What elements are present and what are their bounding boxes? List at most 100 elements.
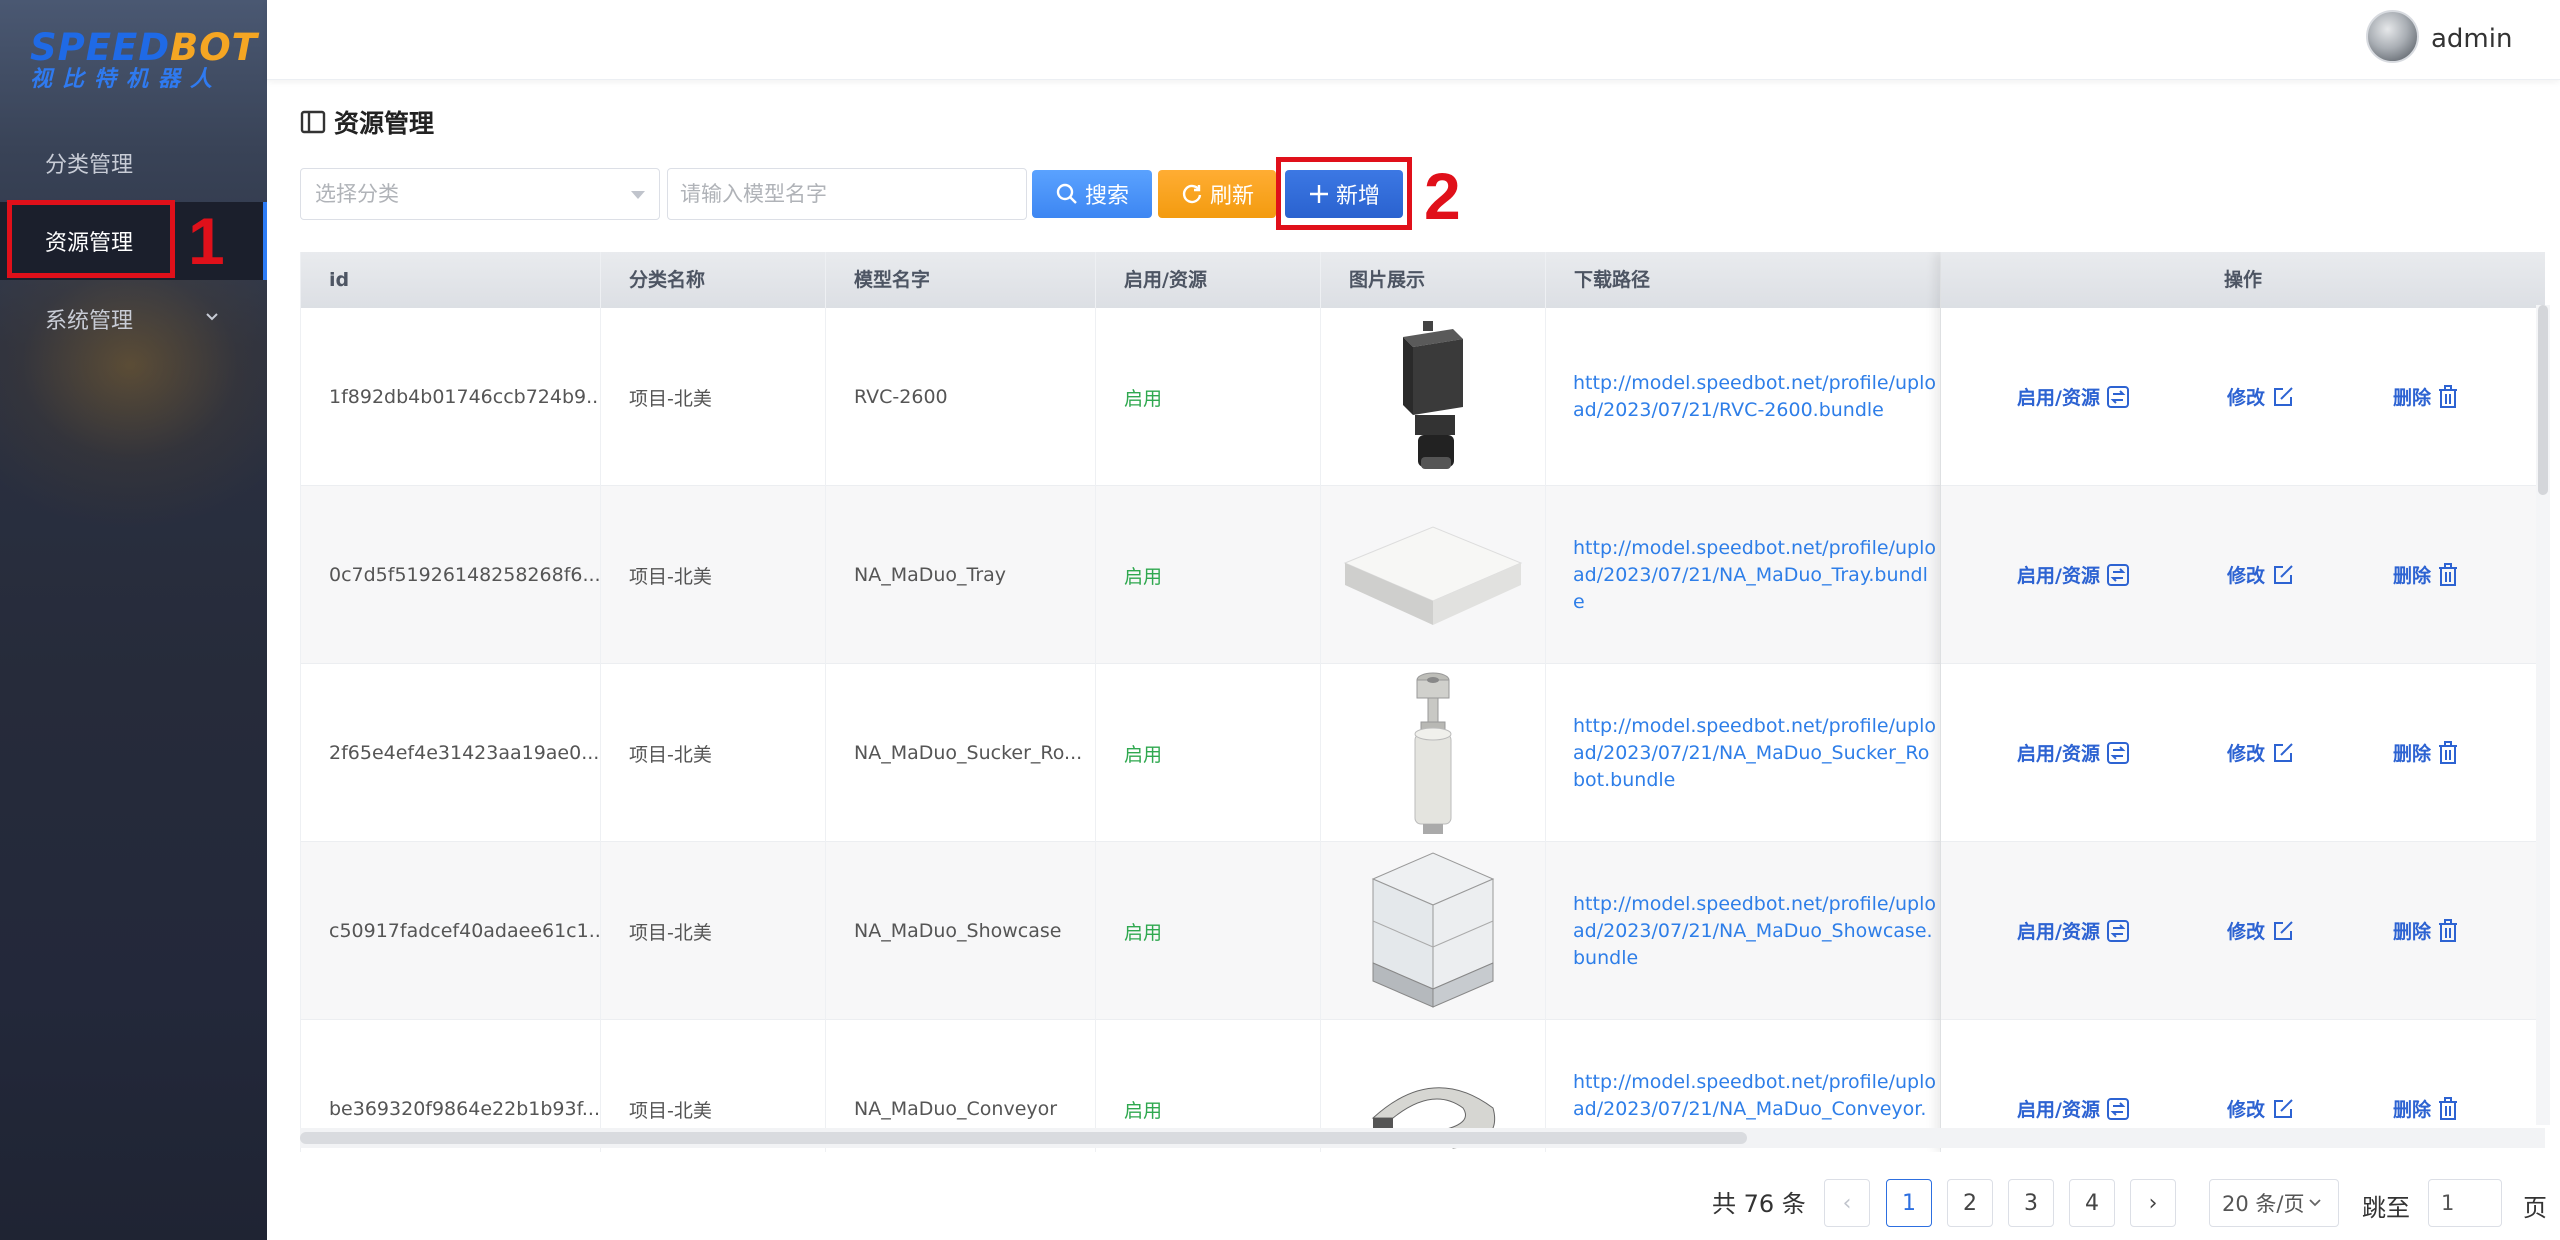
showcase-model-image[interactable] [1321, 842, 1546, 1020]
caret-down-icon [631, 191, 645, 199]
cell-category: 项目-北美 [601, 486, 826, 664]
page-size-select[interactable]: 20 条/页 [2209, 1179, 2339, 1227]
cell-id: 1f892db4b01746ccb724b9... [301, 308, 601, 486]
delete-button[interactable]: 删除 [2393, 561, 2459, 588]
chevron-down-icon [2309, 1199, 2322, 1207]
swap-icon [2106, 385, 2130, 409]
cell-category: 项目-北美 [601, 308, 826, 486]
cell-download-link[interactable]: http://model.speedbot.net/profile/upload… [1546, 664, 1941, 842]
page-title-text: 资源管理 [334, 109, 435, 138]
tray-model-image[interactable] [1321, 486, 1546, 664]
trash-icon [2437, 562, 2459, 587]
sidebar-item-label: 分类管理 [45, 153, 134, 178]
toggle-button[interactable]: 启用/资源 [2017, 383, 2130, 410]
pagination-total: 共 76 条 [1712, 1190, 1806, 1218]
category-select-placeholder: 选择分类 [315, 182, 399, 206]
annotation-number-1: 1 [188, 204, 225, 278]
edit-button[interactable]: 修改 [2227, 561, 2295, 588]
cell-status: 启用 [1096, 842, 1321, 1020]
cell-download-link[interactable]: http://model.speedbot.net/profile/upload… [1546, 842, 1941, 1020]
horizontal-scrollbar-thumb[interactable] [300, 1132, 1747, 1144]
delete-button[interactable]: 删除 [2393, 1095, 2459, 1122]
toggle-button[interactable]: 启用/资源 [2017, 561, 2130, 588]
cell-id: 2f65e4ef4e31423aa19ae0... [301, 664, 601, 842]
toggle-button[interactable]: 启用/资源 [2017, 917, 2130, 944]
table-row: c50917fadcef40adaee61c1... 项目-北美 NA_MaDu… [301, 842, 2545, 1020]
cell-status: 启用 [1096, 308, 1321, 486]
cell-id: 0c7d5f51926148258268f6... [301, 486, 601, 664]
sidebar: SPEEDBOT 视比特机器人 分类管理 资源管理 系统管理 [0, 0, 267, 1240]
pagination-jump-input[interactable]: 1 [2428, 1179, 2502, 1227]
table-row: 1f892db4b01746ccb724b9... 项目-北美 RVC-2600… [301, 308, 2545, 486]
cell-name: RVC-2600 [826, 308, 1096, 486]
pagination-next-button[interactable]: › [2130, 1179, 2176, 1227]
model-name-placeholder: 请输入模型名字 [680, 182, 827, 206]
delete-button[interactable]: 删除 [2393, 383, 2459, 410]
search-button-label: 搜索 [1084, 184, 1129, 209]
cell-download-link[interactable]: http://model.speedbot.net/profile/upload… [1546, 308, 1941, 486]
edit-icon [2271, 385, 2295, 409]
column-header-actions: 操作 [1941, 252, 2545, 308]
edit-button[interactable]: 修改 [2227, 739, 2295, 766]
book-icon [300, 110, 326, 134]
edit-button-label: 修改 [2227, 387, 2266, 409]
resource-table: id 分类名称 模型名字 启用/资源 图片展示 下载路径 操作 1f892db4… [300, 252, 2545, 1152]
cell-category: 项目-北美 [601, 842, 826, 1020]
swap-icon [2106, 1097, 2130, 1121]
avatar[interactable] [2366, 10, 2419, 63]
sidebar-item-system[interactable]: 系统管理 [0, 280, 267, 358]
toggle-button[interactable]: 启用/资源 [2017, 1095, 2130, 1122]
category-select[interactable]: 选择分类 [300, 168, 660, 220]
swap-icon [2106, 741, 2130, 765]
column-header-url: 下载路径 [1546, 252, 1941, 308]
pagination-page-suffix: 页 [2523, 1194, 2547, 1222]
page-title: 资源管理 [300, 104, 434, 140]
edit-button-label: 修改 [2227, 1099, 2266, 1121]
camera-model-image[interactable] [1321, 308, 1546, 486]
edit-button[interactable]: 修改 [2227, 917, 2295, 944]
edit-button-label: 修改 [2227, 921, 2266, 943]
pagination-page-4[interactable]: 4 [2069, 1179, 2115, 1227]
sucker-model-image[interactable] [1321, 664, 1546, 842]
delete-button-label: 删除 [2393, 921, 2432, 943]
model-name-input[interactable]: 请输入模型名字 [667, 168, 1027, 220]
delete-button-label: 删除 [2393, 387, 2432, 409]
delete-button-label: 删除 [2393, 743, 2432, 765]
column-header-id: id [301, 252, 601, 308]
edit-icon [2271, 1097, 2295, 1121]
search-button[interactable]: 搜索 [1032, 170, 1152, 218]
delete-button[interactable]: 删除 [2393, 739, 2459, 766]
edit-button-label: 修改 [2227, 565, 2266, 587]
pagination-page-2[interactable]: 2 [1947, 1179, 1993, 1227]
vertical-scrollbar-thumb[interactable] [2538, 305, 2548, 495]
column-header-name: 模型名字 [826, 252, 1096, 308]
search-icon [1056, 183, 1077, 204]
annotation-number-2: 2 [1424, 159, 1461, 233]
edit-button[interactable]: 修改 [2227, 383, 2295, 410]
pagination-page-1[interactable]: 1 [1886, 1179, 1932, 1227]
cell-status: 启用 [1096, 664, 1321, 842]
cell-name: NA_MaDuo_Tray [826, 486, 1096, 664]
delete-button-label: 删除 [2393, 565, 2432, 587]
sidebar-item-category[interactable]: 分类管理 [0, 124, 267, 202]
refresh-button-label: 刷新 [1209, 184, 1254, 209]
pagination-page-3[interactable]: 3 [2008, 1179, 2054, 1227]
pagination-prev-button[interactable]: ‹ [1824, 1179, 1870, 1227]
table-header: id 分类名称 模型名字 启用/资源 图片展示 下载路径 操作 [301, 252, 2545, 308]
username[interactable]: admin [2431, 24, 2512, 54]
annotation-box-2 [1276, 157, 1412, 230]
delete-button[interactable]: 删除 [2393, 917, 2459, 944]
toggle-button[interactable]: 启用/资源 [2017, 739, 2130, 766]
cell-name: NA_MaDuo_Showcase [826, 842, 1096, 1020]
vertical-scrollbar[interactable] [2536, 305, 2550, 1125]
cell-status: 启用 [1096, 486, 1321, 664]
toggle-button-label: 启用/资源 [2017, 743, 2100, 765]
edit-button[interactable]: 修改 [2227, 1095, 2295, 1122]
horizontal-scrollbar[interactable] [300, 1128, 2545, 1148]
top-bar [267, 0, 2560, 80]
refresh-button[interactable]: 刷新 [1158, 170, 1276, 218]
cell-download-link[interactable]: http://model.speedbot.net/profile/upload… [1546, 486, 1941, 664]
logo: SPEEDBOT 视比特机器人 [30, 26, 257, 92]
pagination-jump-label: 跳至 [2362, 1194, 2410, 1222]
cell-name: NA_MaDuo_Sucker_Ro... [826, 664, 1096, 842]
